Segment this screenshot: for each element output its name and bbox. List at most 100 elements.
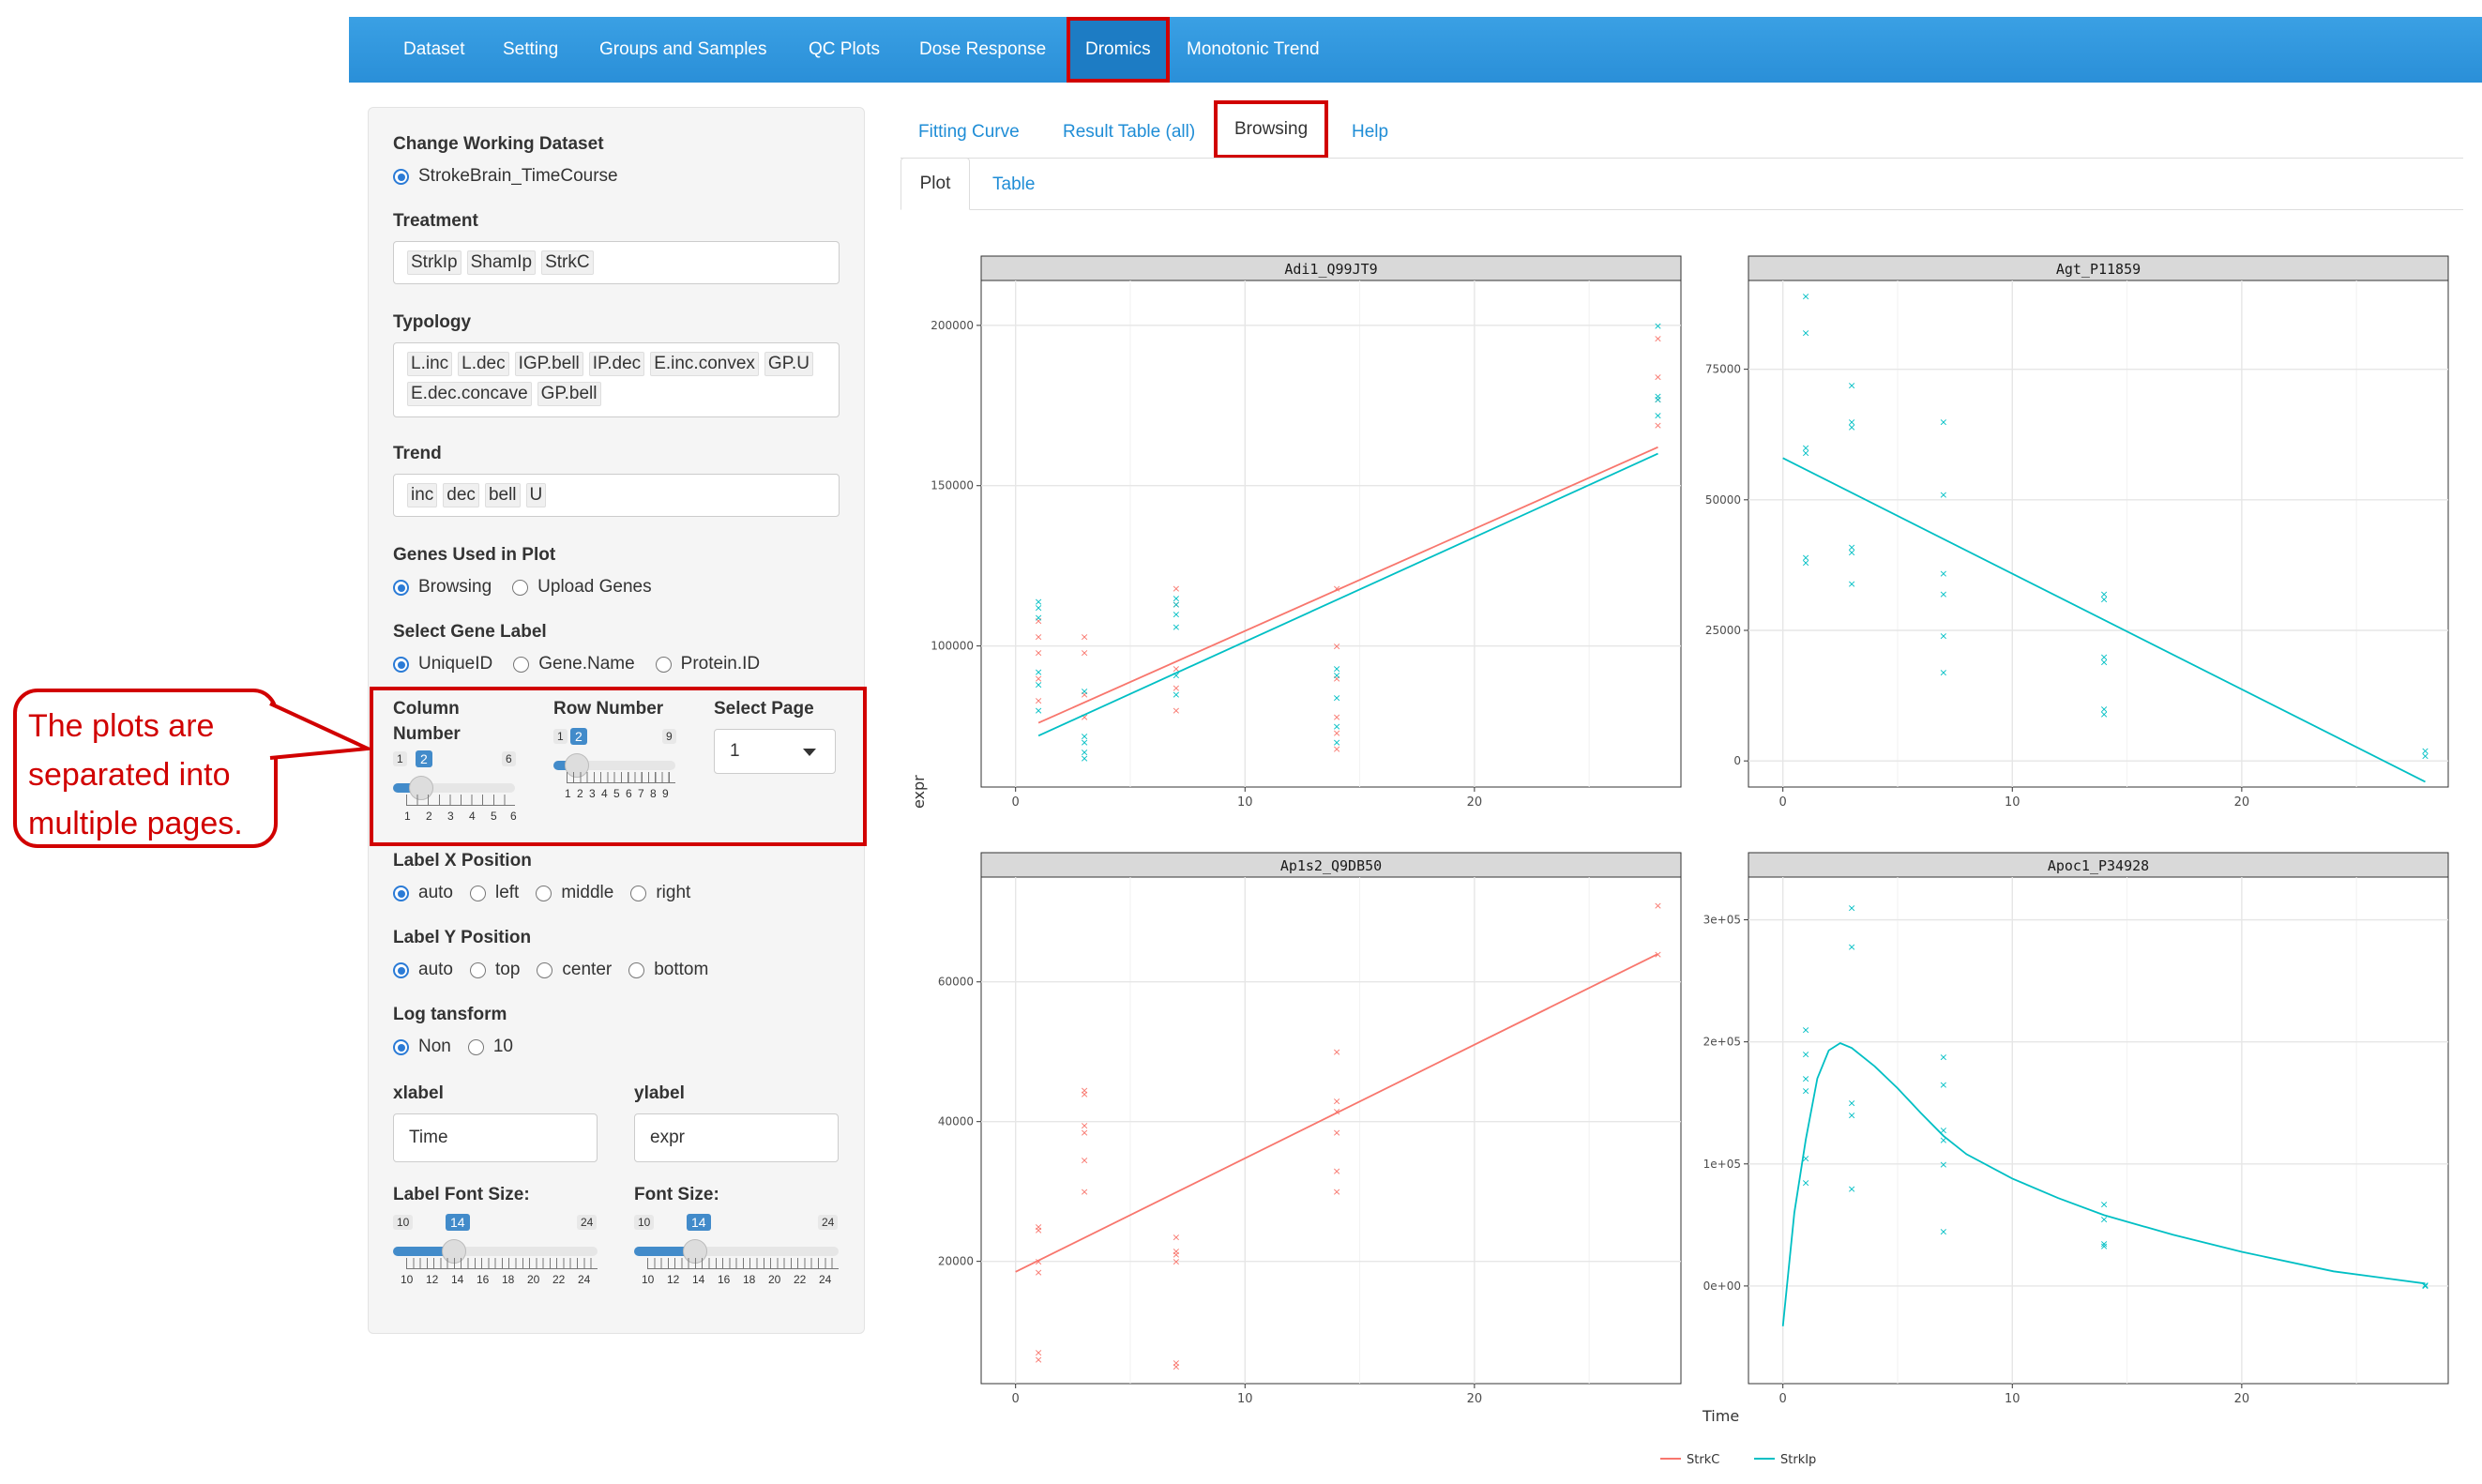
tab-result-table-all[interactable]: Result Table (all) xyxy=(1063,122,1195,143)
y-tick-label: 25000 xyxy=(1705,624,1741,637)
data-point-strkc: × xyxy=(1333,583,1341,595)
label-y-center[interactable]: center xyxy=(537,960,612,980)
tab-browsing[interactable]: Browsing xyxy=(1214,100,1329,159)
gene-label-uniqueid[interactable]: UniqueID xyxy=(393,654,492,674)
xlabel-input[interactable]: Time xyxy=(393,1113,598,1162)
working-dataset-radio[interactable]: StrokeBrain_TimeCourse xyxy=(393,166,618,187)
typology-tag[interactable]: E.inc.convex xyxy=(650,352,759,376)
treatment-tag[interactable]: StrkC xyxy=(541,250,594,275)
typology-tag[interactable]: GP.bell xyxy=(537,382,601,406)
font-size-slider[interactable]: 10 14 24 10 12 14 16 18 20 22 24 xyxy=(634,1214,839,1294)
radio-icon[interactable] xyxy=(512,579,529,596)
radio-icon[interactable] xyxy=(513,656,530,673)
radio-icon[interactable] xyxy=(469,962,486,978)
trend-tag[interactable]: dec xyxy=(443,483,479,507)
label-y-radio-group: auto top center bottom xyxy=(393,960,729,980)
tab-fitting-curve[interactable]: Fitting Curve xyxy=(918,122,1020,143)
radio-selected-icon[interactable] xyxy=(393,579,409,596)
label-y-auto[interactable]: auto xyxy=(393,960,453,980)
data-point-strkip: × xyxy=(1847,546,1855,558)
subtab-table[interactable]: Table xyxy=(992,174,1035,195)
ylabel-input[interactable]: expr xyxy=(634,1113,839,1162)
typology-tag[interactable]: L.inc xyxy=(407,352,453,376)
nav-dose-response[interactable]: Dose Response xyxy=(919,17,1046,83)
data-point-strkip: × xyxy=(1939,667,1947,679)
gene-label-protein-id[interactable]: Protein.ID xyxy=(655,654,760,674)
x-tick-label: 10 xyxy=(1237,1392,1253,1406)
trend-tag[interactable]: inc xyxy=(407,483,438,507)
y-axis-title: expr xyxy=(910,775,928,809)
data-point-strkc: × xyxy=(1172,1232,1180,1244)
data-point-strkip: × xyxy=(1035,679,1043,691)
label-x-auto[interactable]: auto xyxy=(393,883,453,903)
label-x-left[interactable]: left xyxy=(469,883,519,903)
data-point-strkip: × xyxy=(1333,663,1341,675)
radio-selected-icon[interactable] xyxy=(393,168,409,185)
data-point-strkip: × xyxy=(1654,390,1662,402)
trend-tag[interactable]: U xyxy=(525,483,547,507)
genes-used-radio-group: Browsing Upload Genes xyxy=(393,577,673,598)
subtab-plot[interactable]: Plot xyxy=(900,158,970,210)
treatment-tag[interactable]: StrkIp xyxy=(407,250,462,275)
log-non[interactable]: Non xyxy=(393,1037,451,1057)
genes-used-browsing[interactable]: Browsing xyxy=(393,577,492,598)
typology-tag[interactable]: L.dec xyxy=(458,352,509,376)
typology-select[interactable]: L.inc L.dec IGP.bell IP.dec E.inc.convex… xyxy=(393,342,840,417)
nav-dataset[interactable]: Dataset xyxy=(403,17,464,83)
annotation-callout: The plots are separated into multiple pa… xyxy=(13,689,278,848)
data-point-strkc: × xyxy=(1333,1165,1341,1177)
label-font-size-label: Label Font Size: xyxy=(393,1185,530,1204)
label-y-position-label: Label Y Position xyxy=(393,928,532,947)
label-y-top[interactable]: top xyxy=(469,960,520,980)
label-x-right[interactable]: right xyxy=(630,883,690,903)
label-font-size-slider[interactable]: 10 14 24 10 12 14 16 18 20 22 24 xyxy=(393,1214,598,1294)
x-tick-label: 10 xyxy=(2005,1392,2020,1406)
radio-icon[interactable] xyxy=(536,885,552,901)
radio-icon[interactable] xyxy=(630,885,647,901)
radio-icon[interactable] xyxy=(467,1038,484,1055)
nav-dromics[interactable]: Dromics xyxy=(1067,17,1170,83)
data-point-strkc: × xyxy=(1035,1354,1043,1366)
tab-help[interactable]: Help xyxy=(1352,122,1388,143)
nav-monotonic-trend[interactable]: Monotonic Trend xyxy=(1187,17,1320,83)
data-point-strkc: × xyxy=(1035,1266,1043,1279)
typology-tag[interactable]: E.dec.concave xyxy=(407,382,532,406)
x-tick-label: 20 xyxy=(2234,1392,2250,1406)
label-y-bottom[interactable]: bottom xyxy=(628,960,708,980)
data-point-strkc: × xyxy=(1080,1127,1088,1139)
radio-icon[interactable] xyxy=(628,962,645,978)
nav-groups-and-samples[interactable]: Groups and Samples xyxy=(599,17,767,83)
trend-tag[interactable]: bell xyxy=(484,483,521,507)
y-tick-label: 50000 xyxy=(1705,493,1741,507)
treatment-select[interactable]: StrkIp ShamIp StrkC xyxy=(393,241,840,284)
radio-icon[interactable] xyxy=(469,885,486,901)
radio-icon[interactable] xyxy=(537,962,553,978)
facet-title: Apoc1_P34928 xyxy=(2048,857,2149,874)
typology-tag[interactable]: IGP.bell xyxy=(514,352,583,376)
log-10[interactable]: 10 xyxy=(467,1037,513,1057)
radio-selected-icon[interactable] xyxy=(393,1038,409,1055)
data-point-strkip: × xyxy=(1939,1225,1947,1237)
data-point-strkip: × xyxy=(1939,568,1947,580)
nav-setting[interactable]: Setting xyxy=(503,17,558,83)
data-point-strkip: × xyxy=(1939,1158,1947,1171)
nav-qc-plots[interactable]: QC Plots xyxy=(809,17,880,83)
treatment-tag[interactable]: ShamIp xyxy=(466,250,537,275)
label-x-middle[interactable]: middle xyxy=(536,883,613,903)
data-point-strkip: × xyxy=(1333,691,1341,704)
radio-selected-icon[interactable] xyxy=(393,962,409,978)
typology-tag[interactable]: GP.U xyxy=(764,352,813,376)
trend-select[interactable]: inc dec bell U xyxy=(393,474,840,517)
typology-tag[interactable]: IP.dec xyxy=(588,352,645,376)
gene-label-gene-name[interactable]: Gene.Name xyxy=(513,654,635,674)
radio-selected-icon[interactable] xyxy=(393,885,409,901)
gene-label-label: Select Gene Label xyxy=(393,622,547,642)
panel-background xyxy=(1748,280,2449,788)
radio-icon[interactable] xyxy=(655,656,672,673)
radio-selected-icon[interactable] xyxy=(393,656,409,673)
ylabel-label: ylabel xyxy=(634,1083,685,1103)
genes-used-upload[interactable]: Upload Genes xyxy=(512,577,652,598)
data-point-strkc: × xyxy=(1080,630,1088,643)
data-point-strkip: × xyxy=(2421,1280,2429,1292)
data-point-strkip: × xyxy=(1802,327,1810,340)
